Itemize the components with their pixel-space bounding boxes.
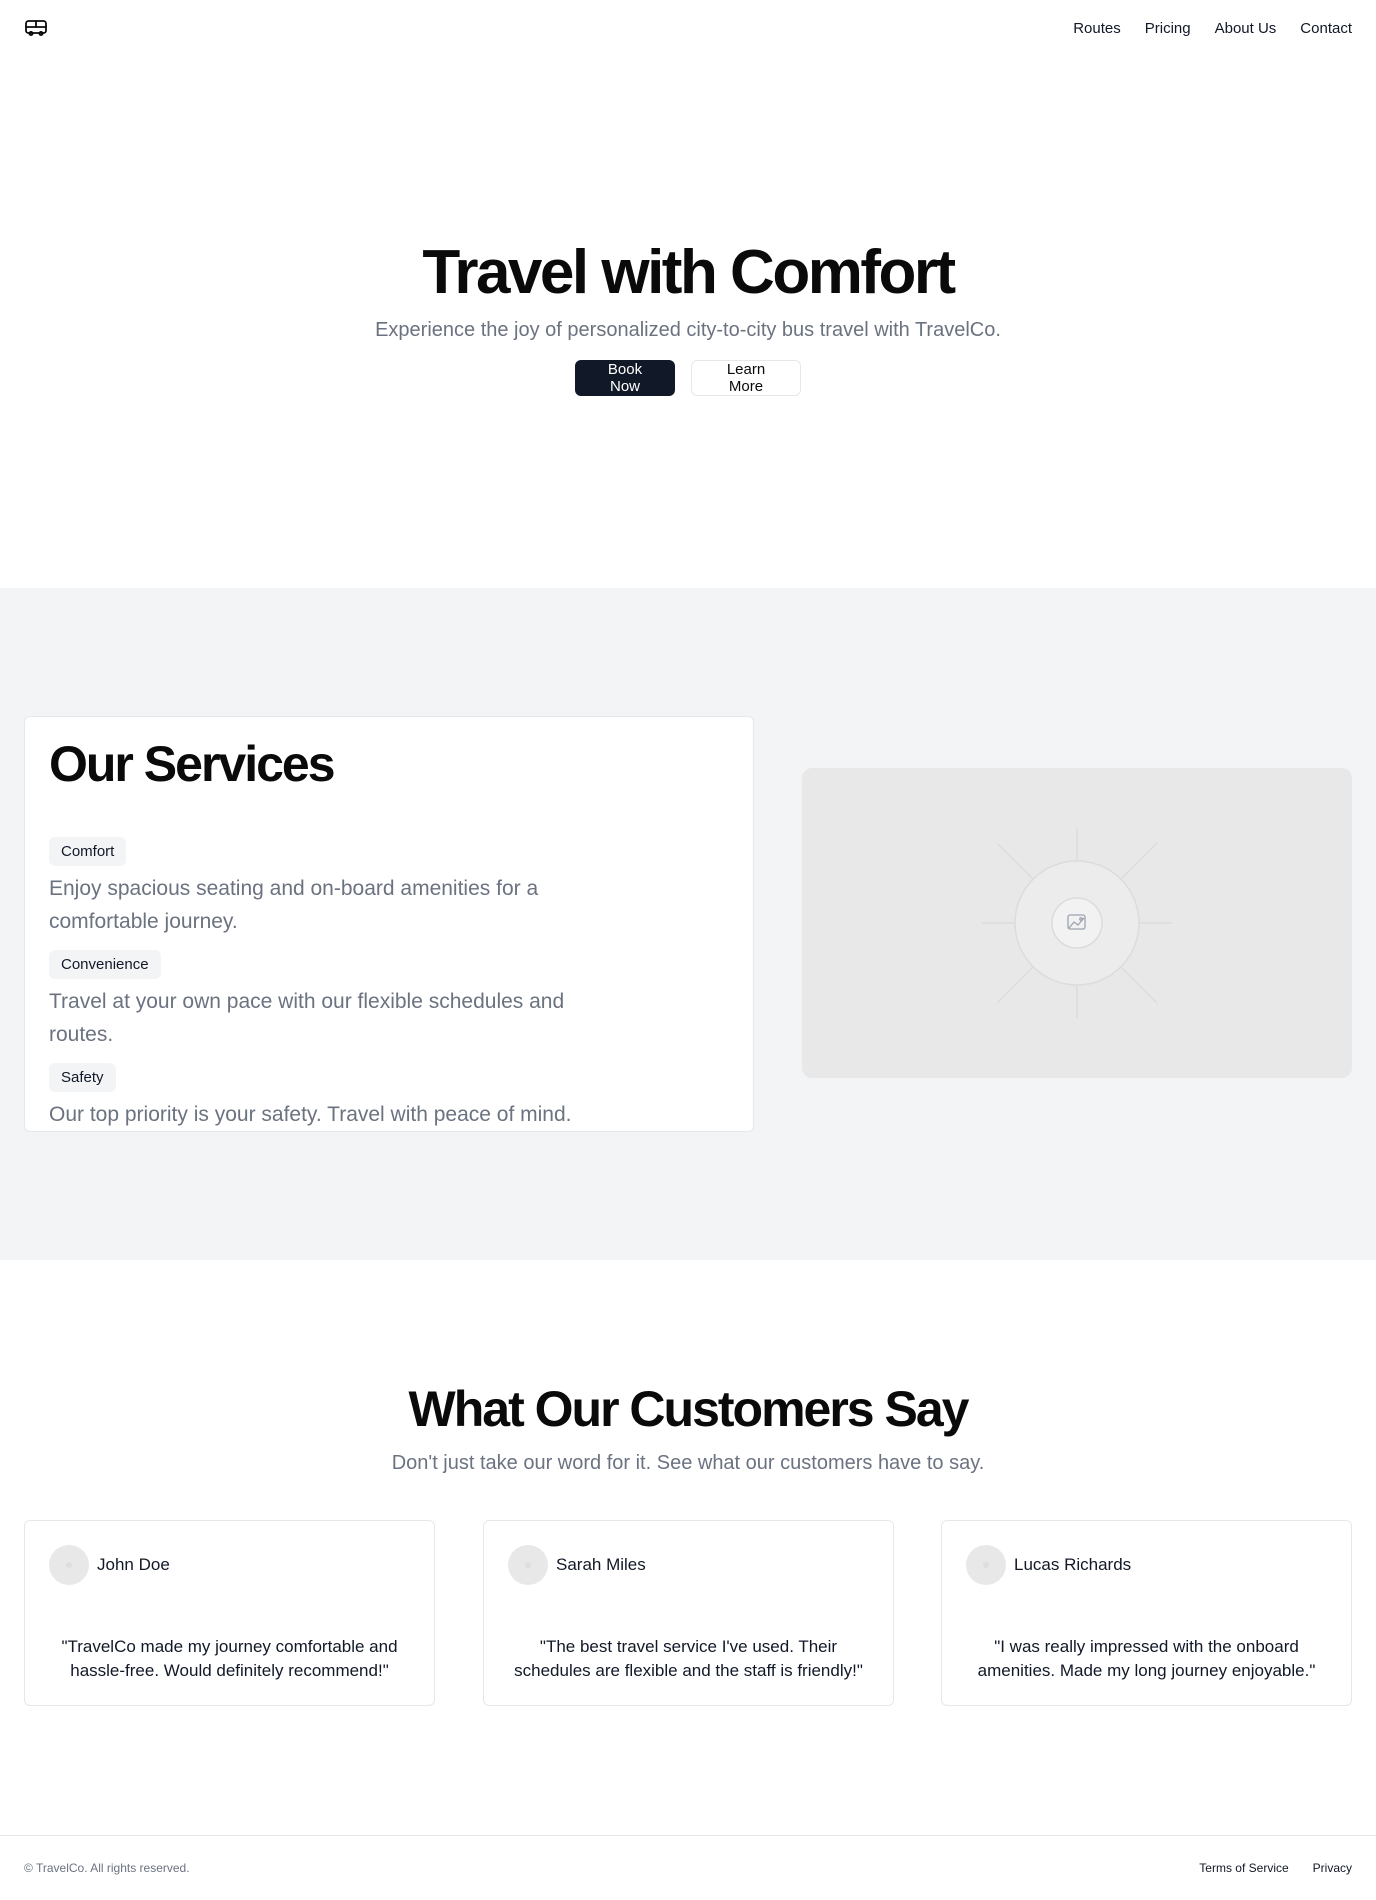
terms-link[interactable]: Terms of Service (1199, 1861, 1288, 1875)
site-footer: © TravelCo. All rights reserved. Terms o… (0, 1835, 1376, 1900)
testimonial-header: Lucas Richards (966, 1545, 1131, 1585)
image-placeholder-icon (982, 828, 1172, 1018)
hero-section: Travel with Comfort Experience the joy o… (0, 56, 1376, 588)
testimonial-card: John Doe "TravelCo made my journey comfo… (24, 1520, 435, 1706)
book-now-button[interactable]: Book Now (575, 360, 675, 396)
avatar (966, 1545, 1006, 1585)
footer-links: Terms of Service Privacy (1199, 1861, 1352, 1875)
services-list: Comfort Enjoy spacious seating and on-bo… (49, 837, 729, 1131)
hero-subtitle: Experience the joy of personalized city-… (375, 319, 1001, 341)
site-header: Routes Pricing About Us Contact (0, 0, 1376, 56)
testimonial-card: Lucas Richards "I was really impressed w… (941, 1520, 1352, 1706)
service-description-safety: Our top priority is your safety. Travel … (49, 1103, 572, 1126)
testimonial-quote: "TravelCo made my journey comfortable an… (61, 1637, 398, 1680)
nav-about-us[interactable]: About Us (1215, 20, 1277, 37)
services-section: Our Services Comfort Enjoy spacious seat… (0, 588, 1376, 1260)
learn-more-button[interactable]: Learn More (691, 360, 801, 396)
service-description-convenience: Travel at your own pace with our flexibl… (49, 990, 565, 1046)
testimonials-title: What Our Customers Say (408, 1381, 970, 1437)
copyright-text: © TravelCo. All rights reserved. (24, 1861, 190, 1875)
main-nav: Routes Pricing About Us Contact (1073, 20, 1352, 37)
bus-icon[interactable] (24, 18, 48, 38)
services-image-placeholder (802, 768, 1352, 1078)
service-description-comfort: Enjoy spacious seating and on-board amen… (49, 877, 539, 933)
testimonial-header: Sarah Miles (508, 1545, 646, 1585)
service-badge-convenience: Convenience (49, 950, 161, 979)
testimonial-quote: "The best travel service I've used. Thei… (514, 1637, 863, 1680)
testimonials-subtitle: Don't just take our word for it. See wha… (391, 1452, 985, 1474)
testimonial-quote: "I was really impressed with the onboard… (977, 1637, 1316, 1680)
avatar (49, 1545, 89, 1585)
nav-routes[interactable]: Routes (1073, 20, 1121, 37)
testimonial-name: Lucas Richards (1014, 1555, 1132, 1574)
nav-contact[interactable]: Contact (1300, 20, 1352, 37)
service-badge-safety: Safety (49, 1063, 116, 1092)
privacy-link[interactable]: Privacy (1313, 1861, 1352, 1875)
testimonial-card: Sarah Miles "The best travel service I'v… (483, 1520, 894, 1706)
avatar (508, 1545, 548, 1585)
testimonial-name: Sarah Miles (556, 1555, 646, 1574)
testimonials-section: What Our Customers Say Don't just take o… (0, 1260, 1376, 1835)
hero-title: Travel with Comfort (422, 238, 956, 307)
testimonial-name: John Doe (97, 1555, 170, 1574)
services-card: Our Services Comfort Enjoy spacious seat… (24, 716, 754, 1132)
service-badge-comfort: Comfort (49, 837, 127, 866)
nav-pricing[interactable]: Pricing (1145, 20, 1191, 37)
hero-buttons: Book Now Learn More (0, 360, 1376, 396)
testimonial-header: John Doe (49, 1545, 170, 1585)
services-title: Our Services (49, 736, 336, 792)
